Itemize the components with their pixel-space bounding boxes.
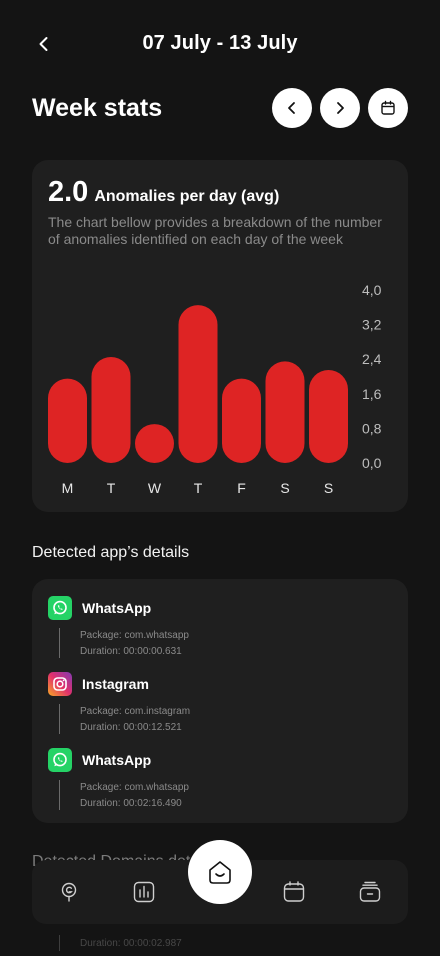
home-icon (209, 861, 231, 884)
x-tick-label: T (107, 480, 116, 496)
week-stats-row: Week stats (32, 88, 408, 128)
mic-icon (61, 882, 77, 902)
calendar-icon (381, 100, 395, 115)
calendar-icon (283, 881, 305, 902)
bar-6 (309, 370, 348, 463)
instagram-icon (48, 672, 72, 696)
app-name: WhatsApp (82, 752, 152, 768)
domain-duration: Duration: 00:00:02.987 (80, 938, 182, 949)
app-duration: Duration: 00:00:00.631 (80, 646, 182, 657)
app-package: Package: com.instagram (80, 706, 191, 717)
y-tick-label: 3,2 (362, 317, 382, 333)
y-tick-label: 0,8 (362, 420, 382, 436)
chevron-left-icon (288, 102, 295, 114)
timeline-line (59, 628, 60, 658)
y-tick-label: 2,4 (362, 351, 382, 367)
metric-value: 2.0 (48, 176, 89, 208)
y-tick-label: 0,0 (362, 455, 382, 471)
chevron-right-icon (337, 102, 344, 114)
anomalies-chart-card: 2.0 Anomalies per day (avg) The chart be… (32, 160, 408, 512)
metric: 2.0 Anomalies per day (avg) (48, 176, 279, 209)
x-tick-label: T (194, 480, 203, 496)
app-package: Package: com.whatsapp (80, 782, 189, 793)
date-range-title: 07 July - 13 July (142, 32, 298, 54)
app-item[interactable]: WhatsApp Package: com.whatsapp Duration:… (48, 748, 388, 818)
nav-calendar[interactable] (282, 880, 306, 904)
x-tick-label: F (237, 480, 246, 496)
bar-4 (222, 378, 261, 463)
calendar-button[interactable] (368, 88, 408, 128)
apps-card: WhatsApp Package: com.whatsapp Duration:… (32, 579, 408, 823)
nav-stats[interactable] (132, 880, 156, 904)
bar-5 (265, 361, 305, 463)
previous-week-button[interactable] (272, 88, 312, 128)
archive-icon (359, 881, 381, 902)
bar-1 (91, 357, 131, 463)
x-tick-label: M (62, 480, 74, 496)
whatsapp-icon (48, 748, 72, 772)
next-week-button[interactable] (320, 88, 360, 128)
timeline-line (59, 704, 60, 734)
week-navigation (272, 88, 408, 128)
app-package: Package: com.whatsapp (80, 630, 189, 641)
bar-0 (48, 378, 87, 463)
apps-section-title: Detected app’s details (32, 544, 190, 561)
timeline-line (59, 780, 60, 810)
x-tick-label: W (148, 480, 162, 496)
nav-archive[interactable] (358, 880, 382, 904)
bar-3 (178, 305, 218, 463)
y-tick-label: 1,6 (362, 386, 382, 402)
page-title: Week stats (32, 94, 163, 122)
timeline-line (59, 935, 60, 951)
x-tick-label: S (324, 480, 333, 496)
x-tick-label: S (280, 480, 289, 496)
app-name: Instagram (82, 676, 149, 692)
app-name: WhatsApp (82, 600, 152, 616)
app-duration: Duration: 00:02:16.490 (80, 798, 182, 809)
nav-mic[interactable] (57, 880, 81, 904)
chart-description: The chart bellow provides a breakdown of… (48, 214, 382, 247)
app-duration: Duration: 00:00:12.521 (80, 722, 182, 733)
header: 07 July - 13 July (0, 0, 440, 90)
app-item[interactable]: Instagram Package: com.instagram Duratio… (48, 672, 388, 742)
home-button[interactable] (188, 840, 252, 904)
whatsapp-icon (48, 596, 72, 620)
app-item[interactable]: WhatsApp Package: com.whatsapp Duration:… (48, 596, 388, 666)
metric-label: Anomalies per day (avg) (94, 188, 280, 205)
stats-icon (133, 881, 155, 903)
bar-2 (135, 424, 174, 463)
bar-chart: M T W T F S S 4,0 3,2 2,4 1,6 0,8 0,0 (48, 282, 382, 496)
y-tick-label: 4,0 (362, 282, 382, 298)
